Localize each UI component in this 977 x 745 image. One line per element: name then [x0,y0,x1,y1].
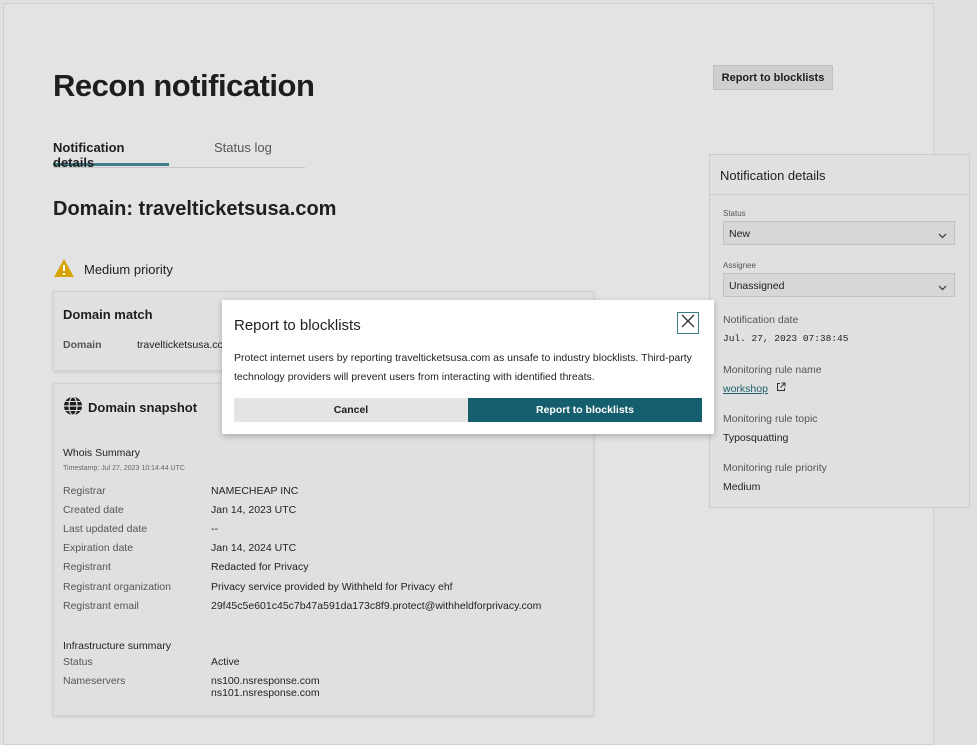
registrant-label: Registrant [63,561,111,573]
registrant-email-label: Registrant email [63,600,139,612]
domain-snapshot-title: Domain snapshot [88,400,198,415]
registrant-email-value: 29f45c5e601c45c7b47a591da173c8f9.protect… [211,600,542,612]
chevron-down-icon [938,282,947,294]
report-dialog: Report to blocklists Protect internet us… [222,300,714,434]
tab-status-log[interactable]: Status log [214,140,272,166]
external-link-icon[interactable] [776,382,786,395]
status-label: Status [723,209,746,218]
close-button[interactable] [677,312,699,334]
nameservers-label: Nameservers [63,675,126,687]
assignee-label: Assignee [723,261,756,270]
registrant-value: Redacted for Privacy [211,561,309,573]
rule-name-label: Monitoring rule name [723,364,822,376]
domain-match-title: Domain match [63,307,153,322]
rule-priority-value: Medium [723,481,761,493]
priority-indicator: Medium priority [53,258,173,281]
notification-details-panel: Notification details Status New Assignee… [709,154,970,508]
last-updated-value: -- [211,523,218,535]
confirm-report-button[interactable]: Report to blocklists [468,398,702,422]
domain-value: travelticketsusa.com [137,339,233,351]
registrant-organization-label: Registrant organization [63,581,171,593]
whois-summary-title: Whois Summary [63,447,141,459]
nameserver-2: ns101.nsresponse.com [211,687,320,699]
expiration-date-label: Expiration date [63,542,134,554]
priority-label: Medium priority [84,262,173,277]
infra-status-value: Active [211,656,240,668]
panel-title: Notification details [720,168,826,183]
close-icon [681,314,695,333]
globe-icon [63,396,83,421]
created-date-value: Jan 14, 2023 UTC [211,504,297,516]
whois-timestamp: Timestamp: Jul 27, 2023 10:14:44 UTC [63,465,185,472]
panel-header: Notification details [710,155,969,195]
domain-heading: Domain: travelticketsusa.com [53,198,337,220]
created-date-label: Created date [63,504,124,516]
registrant-organization-value: Privacy service provided by Withheld for… [211,581,453,593]
notification-date-label: Notification date [723,314,799,326]
infrastructure-summary-title: Infrastructure summary [63,640,171,652]
rule-name-link[interactable]: workshop [723,383,768,395]
registrar-value: NAMECHEAP INC [211,485,299,497]
warning-icon [53,258,84,281]
rule-topic-value: Typosquatting [723,432,789,444]
report-to-blocklists-button[interactable]: Report to blocklists [713,65,833,90]
chevron-down-icon [938,230,947,242]
tab-bar: Notification details Status log [53,140,305,170]
last-updated-label: Last updated date [63,523,148,535]
status-selected-value: New [729,228,751,240]
assignee-selected-value: Unassigned [729,280,785,292]
assignee-select[interactable]: Unassigned [723,273,955,297]
rule-name-row: workshop [723,382,786,395]
domain-label: Domain [63,339,102,351]
rule-topic-label: Monitoring rule topic [723,413,818,425]
cancel-button[interactable]: Cancel [234,398,468,422]
dialog-body-text: Protect internet users by reporting trav… [234,352,692,383]
expiration-date-value: Jan 14, 2024 UTC [211,542,297,554]
rule-priority-label: Monitoring rule priority [723,462,827,474]
dialog-title: Report to blocklists [234,317,361,334]
status-select[interactable]: New [723,221,955,245]
infra-status-label: Status [63,656,93,668]
tab-notification-details[interactable]: Notification details [53,140,169,170]
notification-date-value: Jul. 27, 2023 07:38:45 [723,333,849,344]
page-title: Recon notification [53,68,315,103]
registrar-label: Registrar [63,485,106,497]
nameserver-1: ns100.nsresponse.com [211,675,320,687]
